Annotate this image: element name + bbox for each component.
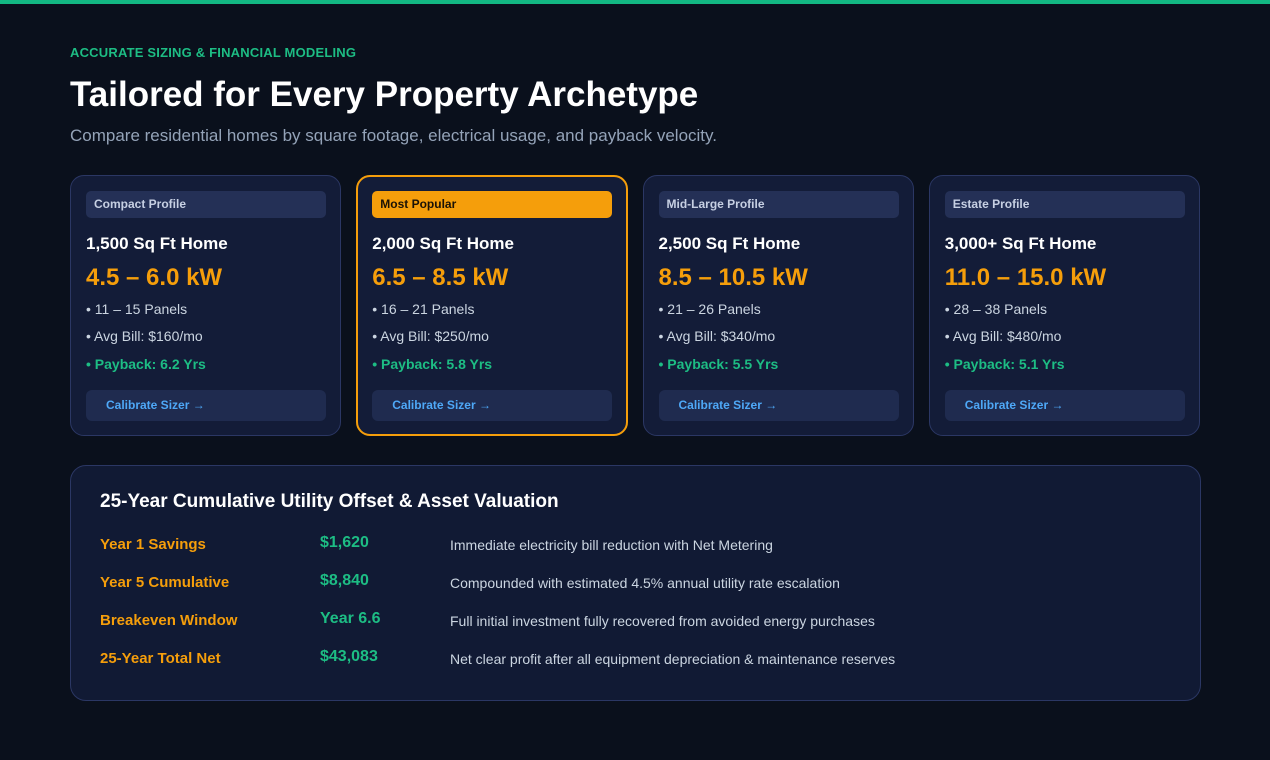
metric-description: Full initial investment fully recovered …	[450, 613, 875, 629]
home-size: 2,500 Sq Ft Home	[658, 234, 801, 253]
page-subtitle: Compare residential homes by square foot…	[70, 126, 717, 145]
payback-period: • Payback: 5.1 Yrs	[944, 356, 1065, 372]
valuation-row: Year 1 Savings $1,620 Immediate electric…	[71, 532, 1202, 556]
profile-card-compact: Compact Profile 1,500 Sq Ft Home 4.5 – 6…	[70, 175, 342, 436]
home-size: 2,000 Sq Ft Home	[372, 234, 514, 253]
system-size-range: 11.0 – 15.0 kW	[944, 264, 1107, 291]
system-size-range: 4.5 – 6.0 kW	[86, 264, 223, 291]
profile-cards: Compact Profile 1,500 Sq Ft Home 4.5 – 6…	[70, 175, 1200, 436]
home-size: 1,500 Sq Ft Home	[86, 234, 228, 253]
panel-count: • 28 – 38 Panels	[944, 301, 1047, 317]
panel-count: • 21 – 26 Panels	[658, 301, 761, 317]
profile-card-popular: Most Popular 2,000 Sq Ft Home 6.5 – 8.5 …	[356, 175, 628, 436]
avg-bill: • Avg Bill: $250/mo	[372, 328, 489, 344]
profile-badge: Mid-Large Profile	[658, 191, 899, 218]
avg-bill: • Avg Bill: $340/mo	[658, 328, 776, 344]
profile-card-estate: Estate Profile 3,000+ Sq Ft Home 11.0 – …	[928, 175, 1200, 436]
valuation-row: Year 5 Cumulative $8,840 Compounded with…	[71, 570, 1202, 594]
profile-badge: Estate Profile	[944, 191, 1185, 218]
page-title: Tailored for Every Property Archetype	[70, 75, 699, 114]
avg-bill: • Avg Bill: $480/mo	[944, 328, 1062, 344]
panel-count: • 16 – 21 Panels	[372, 301, 475, 317]
avg-bill: • Avg Bill: $160/mo	[86, 328, 203, 344]
metric-description: Immediate electricity bill reduction wit…	[450, 537, 773, 553]
valuation-title: 25-Year Cumulative Utility Offset & Asse…	[100, 491, 559, 512]
valuation-panel: 25-Year Cumulative Utility Offset & Asse…	[70, 465, 1201, 701]
metric-label: Breakeven Window	[100, 612, 238, 629]
panel-count: • 11 – 15 Panels	[86, 301, 188, 317]
profile-badge: Compact Profile	[86, 191, 326, 218]
metric-description: Net clear profit after all equipment dep…	[450, 651, 896, 667]
payback-period: • Payback: 5.5 Yrs	[658, 356, 779, 372]
calibrate-sizer-button[interactable]: Calibrate Sizer →	[944, 390, 1185, 421]
metric-value: $1,620	[320, 534, 369, 551]
metric-label: Year 5 Cumulative	[100, 574, 230, 591]
profile-card-mid-large: Mid-Large Profile 2,500 Sq Ft Home 8.5 –…	[642, 175, 914, 436]
metric-label: 25-Year Total Net	[100, 650, 221, 667]
metric-description: Compounded with estimated 4.5% annual ut…	[450, 575, 840, 591]
metric-value: $8,840	[320, 572, 369, 589]
most-popular-badge: Most Popular	[372, 191, 613, 218]
valuation-row: 25-Year Total Net $43,083 Net clear prof…	[71, 646, 1202, 670]
system-size-range: 6.5 – 8.5 kW	[372, 264, 509, 291]
metric-value: $43,083	[320, 648, 378, 665]
valuation-row: Breakeven Window Year 6.6 Full initial i…	[71, 608, 1202, 632]
payback-period: • Payback: 5.8 Yrs	[372, 356, 493, 372]
home-size: 3,000+ Sq Ft Home	[944, 234, 1097, 253]
calibrate-sizer-button[interactable]: Calibrate Sizer →	[658, 390, 899, 421]
metric-label: Year 1 Savings	[100, 536, 206, 553]
calibrate-sizer-button[interactable]: Calibrate Sizer →	[372, 390, 613, 421]
payback-period: • Payback: 6.2 Yrs	[86, 356, 206, 372]
top-accent-bar	[0, 0, 1270, 4]
metric-value: Year 6.6	[320, 610, 381, 627]
section-eyebrow: ACCURATE SIZING & FINANCIAL MODELING	[70, 45, 357, 60]
system-size-range: 8.5 – 10.5 kW	[658, 264, 808, 291]
calibrate-sizer-button[interactable]: Calibrate Sizer →	[86, 390, 326, 421]
